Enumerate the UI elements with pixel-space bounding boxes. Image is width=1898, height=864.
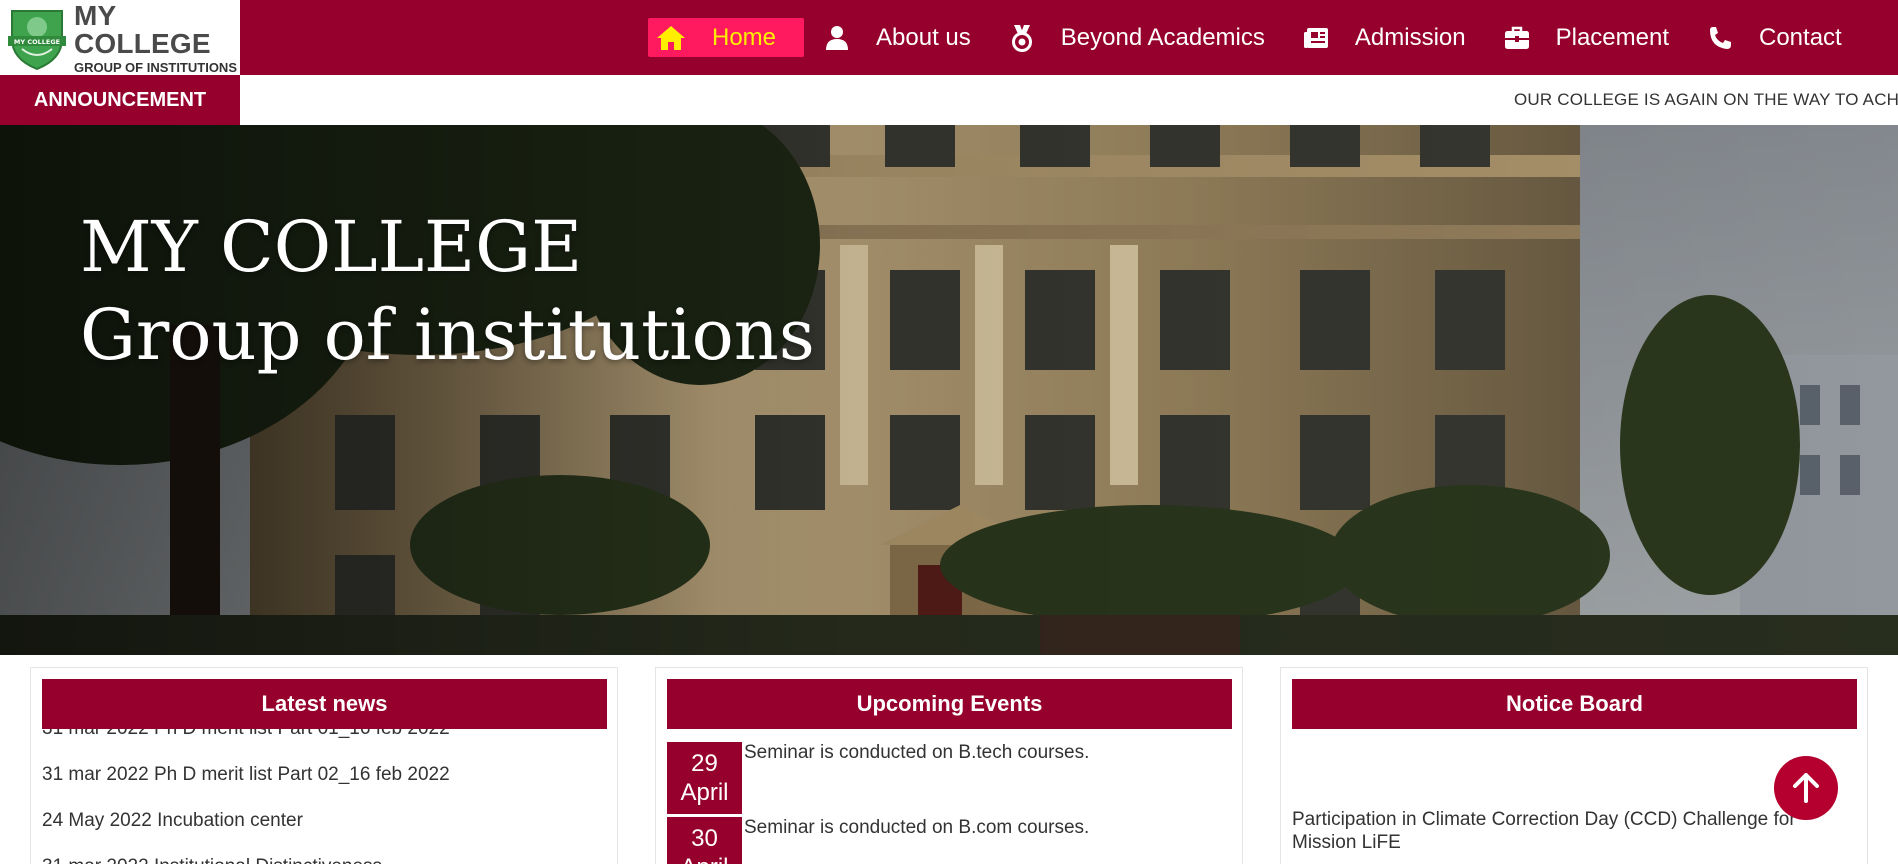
medal-icon [1007,24,1037,52]
news-list: 31 mar 2022 Ph D merit list Part 01_16 f… [42,718,607,864]
nav-home-label: Home [712,23,777,51]
announcement-label: ANNOUNCEMENT [0,75,240,125]
upcoming-events-panel: Upcoming Events 29 April Seminar is cond… [655,667,1243,864]
hero-heading: MY COLLEGE Group of institutions [80,203,815,379]
user-icon [822,24,852,52]
event-date-badge: 30 April [667,817,742,864]
home-icon [656,24,686,52]
event-title: Seminar is conducted on B.com courses. [744,817,1090,838]
arrow-up-icon [1793,773,1819,803]
briefcase-icon [1502,24,1532,52]
nav-contact-label: Contact [1759,23,1842,51]
scroll-to-top-button[interactable] [1774,756,1838,820]
hero-line-2: Group of institutions [80,294,815,376]
nav-placement-label: Placement [1555,23,1669,51]
nav-placement[interactable]: Placement [1492,18,1687,57]
upcoming-events-heading: Upcoming Events [667,679,1232,729]
newspaper-icon [1301,24,1331,52]
nav-beyond-academics-label: Beyond Academics [1060,23,1265,51]
news-item[interactable]: 31 mar 2022 Ph D merit list Part 02_16 f… [42,752,607,798]
announcement-marquee[interactable]: OUR COLLEGE IS AGAIN ON THE WAY TO ACHIE… [1514,75,1898,125]
nav-about-us[interactable]: About us [812,18,989,57]
event-item[interactable]: 29 April Seminar is conducted on B.tech … [667,742,1089,814]
news-item[interactable]: 24 May 2022 Incubation center [42,798,607,844]
notice-board-heading: Notice Board [1292,679,1857,729]
logo-title: MY COLLEGE [74,0,211,59]
event-date-badge: 29 April [667,742,742,814]
site-header: MY COLLEGE MY COLLEGE GROUP OF INSTITUTI… [0,0,1898,75]
main-nav: Home About us Beyond Academics Admission… [648,18,1868,57]
hero-banner: MY COLLEGE Group of institutions [0,125,1898,655]
latest-news-heading: Latest news [42,679,607,729]
event-month: April [680,779,729,806]
nav-home[interactable]: Home [648,18,805,57]
announcement-bar: ANNOUNCEMENT OUR COLLEGE IS AGAIN ON THE… [0,75,1898,125]
event-title: Seminar is conducted on B.tech courses. [744,742,1090,763]
phone-icon [1705,24,1735,52]
logo[interactable]: MY COLLEGE MY COLLEGE GROUP OF INSTITUTI… [0,0,240,75]
event-item[interactable]: 30 April Seminar is conducted on B.com c… [667,817,1089,864]
svg-text:MY COLLEGE: MY COLLEGE [14,38,60,46]
nav-contact[interactable]: Contact [1695,18,1860,57]
latest-news-panel: 31 mar 2022 Ph D merit list Part 01_16 f… [30,667,618,864]
nav-admission[interactable]: Admission [1291,18,1484,57]
shield-logo-icon: MY COLLEGE [4,5,70,71]
nav-admission-label: Admission [1354,23,1466,51]
event-day: 30 [691,825,718,852]
news-item[interactable]: 31 mar 2022 Institutional Distinctivenes… [42,844,607,864]
notice-board-panel: Notice Board Participation in Climate Co… [1280,667,1868,864]
hero-line-1: MY COLLEGE [80,206,583,288]
nav-about-us-label: About us [876,23,971,51]
nav-beyond-academics[interactable]: Beyond Academics [997,18,1283,57]
event-month: April [667,853,742,864]
logo-subtitle: GROUP OF INSTITUTIONS [74,59,237,75]
event-day: 29 [691,750,718,777]
notice-item[interactable]: Participation in Climate Correction Day … [1292,808,1852,854]
